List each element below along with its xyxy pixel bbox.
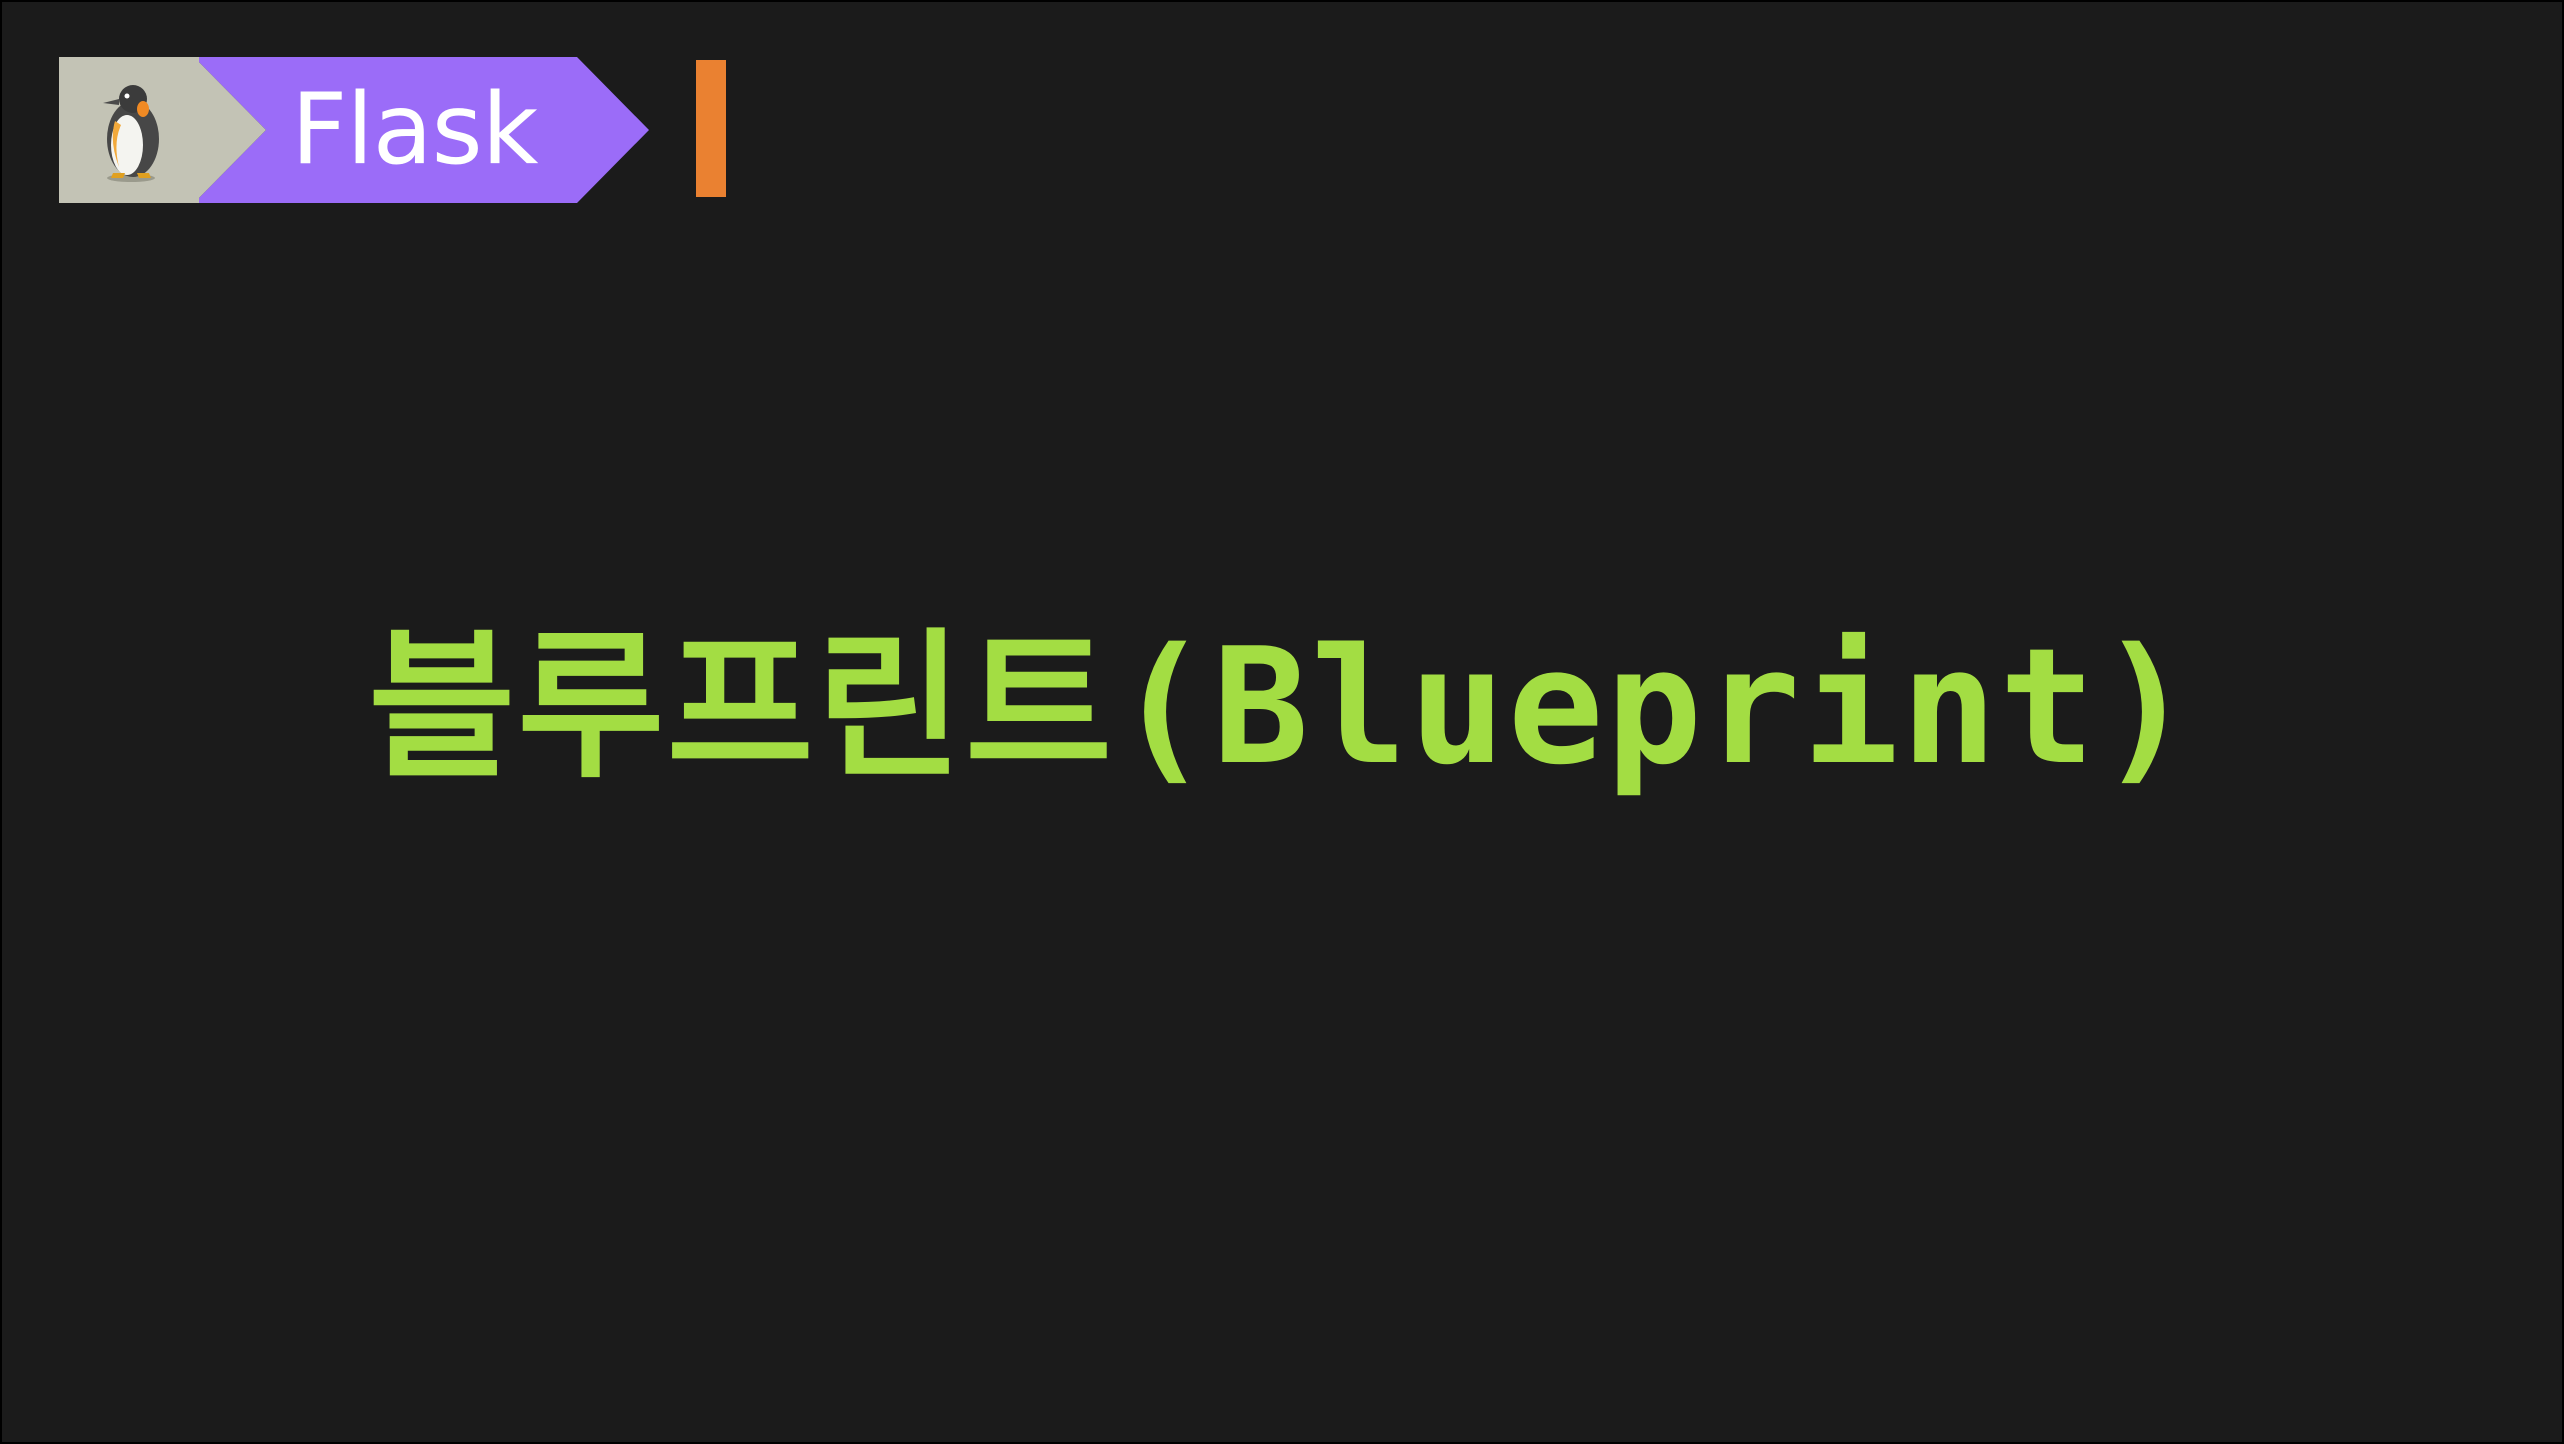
tag-label: Flask xyxy=(291,73,538,187)
slide: Flask 블루프린트(Blueprint) xyxy=(2,2,2562,1442)
category-tag: Flask xyxy=(59,57,659,203)
cursor-bar xyxy=(696,60,726,197)
slide-title: 블루프린트(Blueprint) xyxy=(368,613,2196,800)
penguin-icon xyxy=(103,85,159,182)
